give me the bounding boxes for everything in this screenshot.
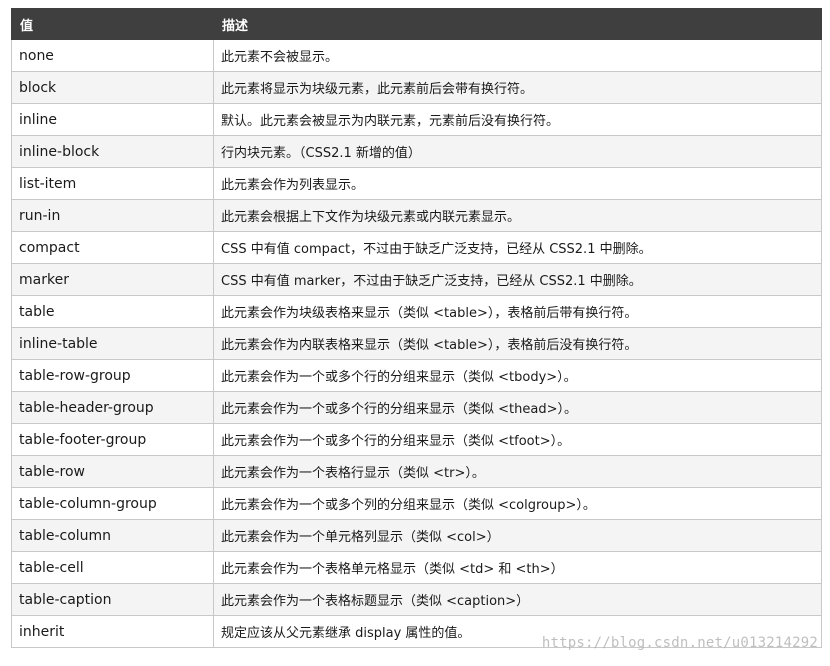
display-values-table: 值 描述 none 此元素不会被显示。 block 此元素将显示为块级元素，此元素前后… bbox=[11, 8, 822, 648]
description-cell: 此元素会作为一个单元格列显示（类似 <col>） bbox=[213, 519, 822, 552]
watermark-url: https://blog.csdn.net/u013214292 bbox=[541, 635, 818, 651]
description-cell: 此元素不会被显示。 bbox=[213, 39, 822, 72]
value-cell: table bbox=[11, 295, 214, 328]
table-row: table-row 此元素会作为一个表格行显示（类似 <tr>）。 bbox=[11, 455, 822, 488]
value-cell: none bbox=[11, 39, 214, 72]
table-row: compact CSS 中有值 compact，不过由于缺乏广泛支持，已经从 CS… bbox=[11, 231, 822, 264]
value-cell: table-column-group bbox=[11, 487, 214, 520]
value-cell: table-column bbox=[11, 519, 214, 552]
value-cell: inline-block bbox=[11, 135, 214, 168]
table-row: table-column-group 此元素会作为一个或多个列的分组来显示（类似 … bbox=[11, 487, 822, 520]
description-cell: 行内块元素。（CSS2.1 新增的值） bbox=[213, 135, 822, 168]
table-row: table-column 此元素会作为一个单元格列显示（类似 <col>） bbox=[11, 519, 822, 552]
table-row: list-item 此元素会作为列表显示。 bbox=[11, 167, 822, 200]
table-row: inline 默认。此元素会被显示为内联元素，元素前后没有换行符。 bbox=[11, 103, 822, 136]
description-cell: 此元素会作为一个或多个列的分组来显示（类似 <colgroup>）。 bbox=[213, 487, 822, 520]
value-cell: inline bbox=[11, 103, 214, 136]
value-cell: block bbox=[11, 71, 214, 104]
description-cell: 此元素会作为一个表格单元格显示（类似 <td> 和 <th>） bbox=[213, 551, 822, 584]
table-row: none 此元素不会被显示。 bbox=[11, 39, 822, 72]
description-cell: 此元素会作为列表显示。 bbox=[213, 167, 822, 200]
value-cell: inline-table bbox=[11, 327, 214, 360]
description-cell: CSS 中有值 compact，不过由于缺乏广泛支持，已经从 CSS2.1 中删… bbox=[213, 231, 822, 264]
description-cell: 此元素会作为块级表格来显示（类似 <table>），表格前后带有换行符。 bbox=[213, 295, 822, 328]
value-cell: table-footer-group bbox=[11, 423, 214, 456]
description-cell: 此元素会作为一个表格行显示（类似 <tr>）。 bbox=[213, 455, 822, 488]
value-cell: compact bbox=[11, 231, 214, 264]
description-cell: 此元素会作为内联表格来显示（类似 <table>），表格前后没有换行符。 bbox=[213, 327, 822, 360]
table-row: marker CSS 中有值 marker，不过由于缺乏广泛支持，已经从 CSS2… bbox=[11, 263, 822, 296]
table-row: table-footer-group 此元素会作为一个或多个行的分组来显示（类似 … bbox=[11, 423, 822, 456]
table-header-row: 值 描述 bbox=[11, 8, 822, 40]
description-cell: CSS 中有值 marker，不过由于缺乏广泛支持，已经从 CSS2.1 中删除… bbox=[213, 263, 822, 296]
description-cell: 此元素会作为一个表格标题显示（类似 <caption>） bbox=[213, 583, 822, 616]
table-row: run-in 此元素会根据上下文作为块级元素或内联元素显示。 bbox=[11, 199, 822, 232]
table-row: table-caption 此元素会作为一个表格标题显示（类似 <caption>… bbox=[11, 583, 822, 616]
table-row: inline-block 行内块元素。（CSS2.1 新增的值） bbox=[11, 135, 822, 168]
description-cell: 此元素会作为一个或多个行的分组来显示（类似 <thead>）。 bbox=[213, 391, 822, 424]
value-cell: list-item bbox=[11, 167, 214, 200]
value-cell: run-in bbox=[11, 199, 214, 232]
table-row: block 此元素将显示为块级元素，此元素前后会带有换行符。 bbox=[11, 71, 822, 104]
value-cell: table-row bbox=[11, 455, 214, 488]
description-cell: 默认。此元素会被显示为内联元素，元素前后没有换行符。 bbox=[213, 103, 822, 136]
table-row: table-cell 此元素会作为一个表格单元格显示（类似 <td> 和 <th>… bbox=[11, 551, 822, 584]
description-cell: 此元素会作为一个或多个行的分组来显示（类似 <tfoot>）。 bbox=[213, 423, 822, 456]
value-cell: table-header-group bbox=[11, 391, 214, 424]
header-description: 描述 bbox=[213, 8, 822, 40]
value-cell: marker bbox=[11, 263, 214, 296]
table-row: inline-table 此元素会作为内联表格来显示（类似 <table>），表格… bbox=[11, 327, 822, 360]
value-cell: table-row-group bbox=[11, 359, 214, 392]
value-cell: table-caption bbox=[11, 583, 214, 616]
description-cell: 此元素会根据上下文作为块级元素或内联元素显示。 bbox=[213, 199, 822, 232]
header-value: 值 bbox=[11, 8, 214, 40]
value-cell: table-cell bbox=[11, 551, 214, 584]
table-row: table 此元素会作为块级表格来显示（类似 <table>），表格前后带有换行符… bbox=[11, 295, 822, 328]
value-cell: inherit bbox=[11, 615, 214, 648]
description-cell: 此元素会作为一个或多个行的分组来显示（类似 <tbody>）。 bbox=[213, 359, 822, 392]
table-row: table-row-group 此元素会作为一个或多个行的分组来显示（类似 <tb… bbox=[11, 359, 822, 392]
description-cell: 此元素将显示为块级元素，此元素前后会带有换行符。 bbox=[213, 71, 822, 104]
table-row: table-header-group 此元素会作为一个或多个行的分组来显示（类似 … bbox=[11, 391, 822, 424]
